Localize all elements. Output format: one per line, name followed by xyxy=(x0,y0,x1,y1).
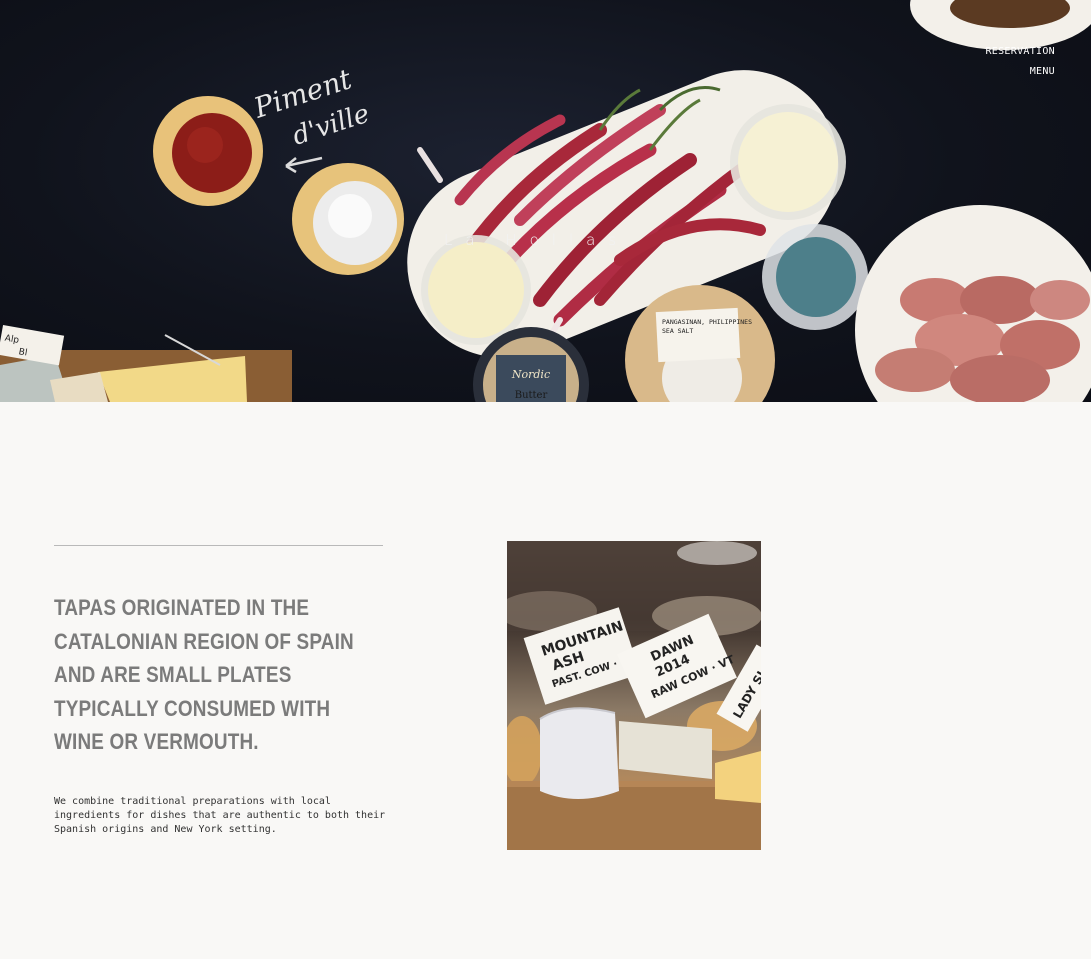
section-divider xyxy=(54,545,383,546)
hero-banner: Piment d'ville PANGASINAN, PHILIPPINES S… xyxy=(0,0,1091,402)
salt-card xyxy=(655,307,741,363)
nav-reservation[interactable]: RESERVATION xyxy=(985,42,1055,62)
salt-card-text: PANGASINAN, PHILIPPINES xyxy=(662,318,752,326)
hard-cheese xyxy=(715,751,761,803)
butter-label: Nordic xyxy=(511,368,550,381)
butter-label: Butter xyxy=(515,390,548,401)
main-nav: RESERVATION MENU xyxy=(985,42,1055,82)
cheese-photo: MOUNTAIN ASH PAST. COW · VT DAWN 2014 RA… xyxy=(507,541,761,850)
brand-logo[interactable]: La Hollas xyxy=(444,231,629,249)
intro-body: We combine traditional preparations with… xyxy=(54,796,386,835)
salt-card-text: SEA SALT xyxy=(662,327,693,335)
nav-menu[interactable]: MENU xyxy=(985,62,1055,82)
goat-cheese xyxy=(540,708,619,799)
cheese-card-text: Bl xyxy=(18,347,28,358)
cheese-photo-illustration: MOUNTAIN ASH PAST. COW · VT DAWN 2014 RA… xyxy=(507,541,761,850)
hero-food-illustration: Piment d'ville PANGASINAN, PHILIPPINES S… xyxy=(0,0,1091,402)
blue-cheese xyxy=(619,721,712,779)
intro-headline: Tapas originated in the Catalonian regio… xyxy=(54,595,354,754)
chalk-arrow xyxy=(285,156,323,174)
